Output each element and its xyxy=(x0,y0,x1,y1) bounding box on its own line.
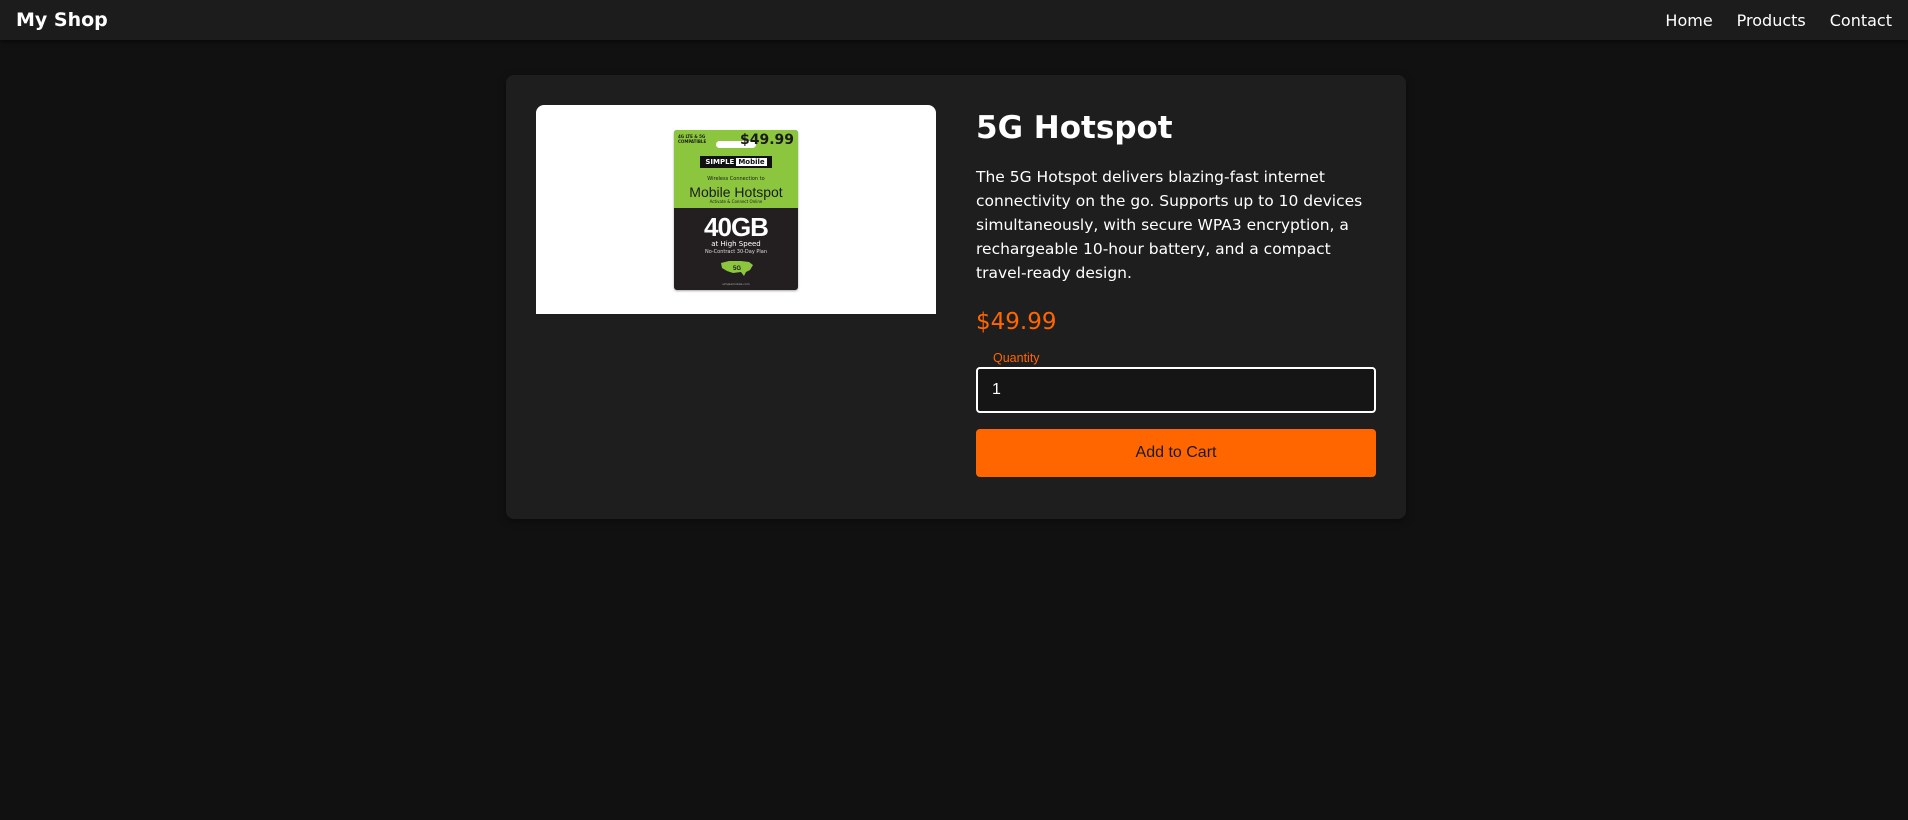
package-brand-logo: SIMPLE Mobile xyxy=(700,155,772,168)
package-brand-simple: SIMPLE xyxy=(705,157,735,166)
package-tagline: Wireless Connection to xyxy=(707,175,765,182)
product-price: $49.99 xyxy=(976,309,1057,335)
product-title: 5G Hotspot xyxy=(976,110,1173,146)
hotspot-package-image: 4G LTE & 5G COMPATIBLE $49.99 SIMPLE Mobi… xyxy=(674,129,798,290)
package-subline: Activate & Connect Online xyxy=(709,198,763,204)
top-navbar: My Shop Home Products Contact xyxy=(0,0,1908,40)
nav-home-link[interactable]: Home xyxy=(1665,11,1712,30)
product-image: 4G LTE & 5G COMPATIBLE $49.99 SIMPLE Mobi… xyxy=(536,105,936,314)
quantity-field: Quantity xyxy=(976,351,1376,413)
package-fine-print: simplemobile.com xyxy=(722,281,750,286)
package-compat-text: 4G LTE & 5G COMPATIBLE xyxy=(678,133,707,144)
shop-logo[interactable]: My Shop xyxy=(16,9,108,31)
usa-map-icon: 5G xyxy=(721,260,753,276)
package-speed-text: at High Speed xyxy=(711,239,761,248)
add-to-cart-button[interactable]: Add to Cart xyxy=(976,429,1376,477)
main-nav: Home Products Contact xyxy=(1665,11,1892,30)
package-brand-mobile: Mobile xyxy=(736,157,767,166)
product-card: 4G LTE & 5G COMPATIBLE $49.99 SIMPLE Mobi… xyxy=(506,75,1406,519)
nav-contact-link[interactable]: Contact xyxy=(1830,11,1892,30)
package-data-amount: 40GB xyxy=(704,211,769,242)
quantity-label: Quantity xyxy=(993,351,1040,365)
package-name: Mobile Hotspot xyxy=(689,183,783,200)
product-info: 5G Hotspot The 5G Hotspot delivers blazi… xyxy=(976,105,1376,477)
package-price: $49.99 xyxy=(739,131,794,148)
product-description: The 5G Hotspot delivers blazing-fast int… xyxy=(976,168,1363,282)
quantity-input[interactable] xyxy=(976,367,1376,413)
nav-products-link[interactable]: Products xyxy=(1737,11,1806,30)
package-plan-text: No-Contract 30-Day Plan xyxy=(704,248,768,255)
package-network-label: 5G xyxy=(733,266,741,272)
